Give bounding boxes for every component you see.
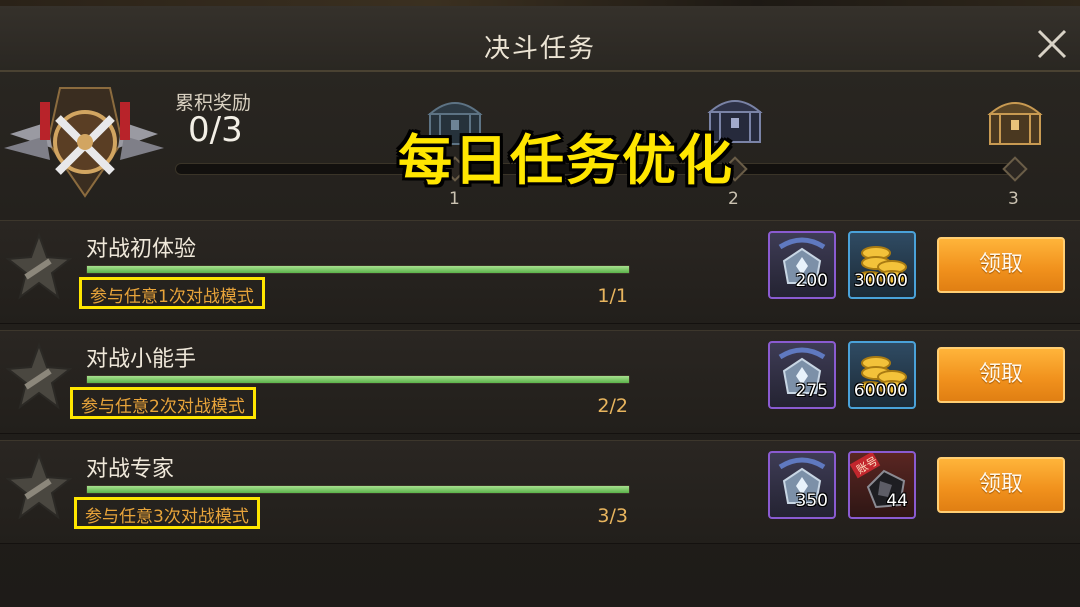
claim-button[interactable]: 领取 (937, 347, 1065, 403)
task-description: 参与任意1次对战模式 (79, 277, 265, 309)
task-progress-fill (87, 486, 629, 493)
reward-item[interactable]: 275 (768, 341, 836, 409)
task-progress-fill (87, 266, 629, 273)
reward-quantity: 200 (795, 271, 828, 291)
task-progress-count: 2/2 (597, 395, 628, 417)
task-row: 对战初体验 参与任意1次对战模式 1/1 200 30000 领取 (0, 220, 1080, 324)
task-badge-icon (5, 451, 73, 531)
task-progress-bar (86, 265, 630, 274)
reward-quantity: 275 (795, 381, 828, 401)
claim-button[interactable]: 领取 (937, 237, 1065, 293)
reward-quantity: 30000 (853, 271, 908, 291)
window-title: 决斗任务 (483, 34, 596, 64)
reward-quantity: 350 (795, 491, 828, 511)
overlay-banner: 每日任务优化 (398, 129, 734, 192)
task-progress-count: 1/1 (597, 285, 628, 307)
task-badge-icon (5, 231, 73, 311)
reward-item[interactable]: 350 (768, 451, 836, 519)
reward-quantity: 60000 (853, 381, 908, 401)
task-progress-bar (86, 375, 630, 384)
task-progress-count: 3/3 (597, 505, 628, 527)
reward-item[interactable]: 60000 (848, 341, 916, 409)
task-description: 参与任意2次对战模式 (70, 387, 256, 419)
claim-button[interactable]: 领取 (937, 457, 1065, 513)
accumulated-rewards-count: 0/3 (188, 110, 243, 150)
reward-item[interactable]: 账号 44 (848, 451, 916, 519)
task-progress-bar (86, 485, 630, 494)
close-button[interactable] (1032, 24, 1072, 64)
chest-icon (987, 102, 1043, 145)
task-name: 对战初体验 (86, 237, 197, 262)
task-name: 对战专家 (86, 457, 175, 482)
task-row: 对战专家 参与任意3次对战模式 3/3 350 账号 44 领取 (0, 440, 1080, 544)
milestone-label-3: 3 (1008, 189, 1019, 209)
reward-item[interactable]: 200 (768, 231, 836, 299)
task-row: 对战小能手 参与任意2次对战模式 2/2 275 60000 领取 (0, 330, 1080, 434)
task-badge-icon (5, 341, 73, 421)
reward-quantity: 44 (886, 491, 908, 511)
duel-medal-icon (0, 82, 170, 202)
task-name: 对战小能手 (86, 347, 197, 372)
task-progress-fill (87, 376, 629, 383)
close-icon (1037, 29, 1067, 59)
task-description: 参与任意3次对战模式 (74, 497, 260, 529)
reward-item[interactable]: 30000 (848, 231, 916, 299)
reward-chest-3[interactable] (982, 90, 1048, 150)
title-bar: 决斗任务 (0, 6, 1080, 72)
